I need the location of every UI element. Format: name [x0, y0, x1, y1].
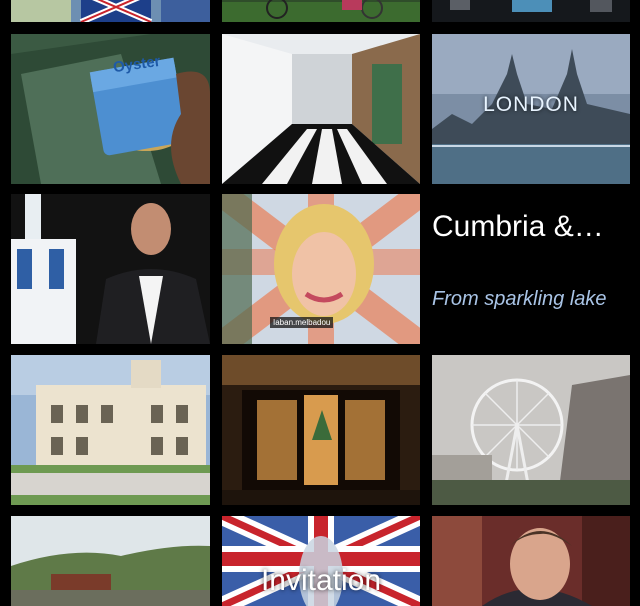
feature-subtitle: From sparkling lake: [432, 288, 607, 310]
thumbnail-image: [11, 34, 210, 184]
thumbnail-image: [222, 355, 420, 505]
video-tile-oyster-card[interactable]: Oyster: [11, 34, 210, 184]
thumbnail-image: [222, 0, 420, 22]
feature-title: Cumbria &…: [432, 210, 604, 243]
thumbnail-image: [432, 0, 630, 22]
video-tile-cyclists[interactable]: [222, 0, 420, 22]
thumbnail-image: [222, 34, 420, 184]
video-tile-hotel-entrance[interactable]: [222, 355, 420, 505]
video-tile-corridor[interactable]: [222, 34, 420, 184]
thumbnail-image: [432, 516, 630, 606]
thumbnail-image: [11, 194, 210, 344]
thumbnail-image: [11, 0, 210, 22]
feature-tile-cumbria[interactable]: Cumbria &… From sparkling lake: [432, 194, 640, 344]
invitation-caption: Invitation: [260, 564, 382, 597]
thumbnail-image: [432, 355, 630, 505]
thumbnail-image: [11, 355, 210, 505]
video-tile-ferris-wheel[interactable]: [432, 355, 630, 505]
name-banner: Iaban.melbadou: [270, 317, 334, 328]
thumbnail-image: [11, 516, 210, 606]
video-tile-country-house[interactable]: [11, 355, 210, 505]
video-tile-canal-boat[interactable]: [11, 516, 210, 606]
video-tile-invitation[interactable]: Invitation: [222, 516, 420, 606]
video-tile-london[interactable]: LONDON: [432, 34, 630, 184]
london-caption: LONDON: [483, 93, 579, 116]
video-tile-presenter[interactable]: [11, 194, 210, 344]
video-tile-flags[interactable]: [11, 0, 210, 22]
video-tile-gadget[interactable]: [432, 0, 630, 22]
video-tile-blonde-host[interactable]: Iaban.melbadou: [222, 194, 420, 344]
video-tile-man-portrait[interactable]: [432, 516, 630, 606]
